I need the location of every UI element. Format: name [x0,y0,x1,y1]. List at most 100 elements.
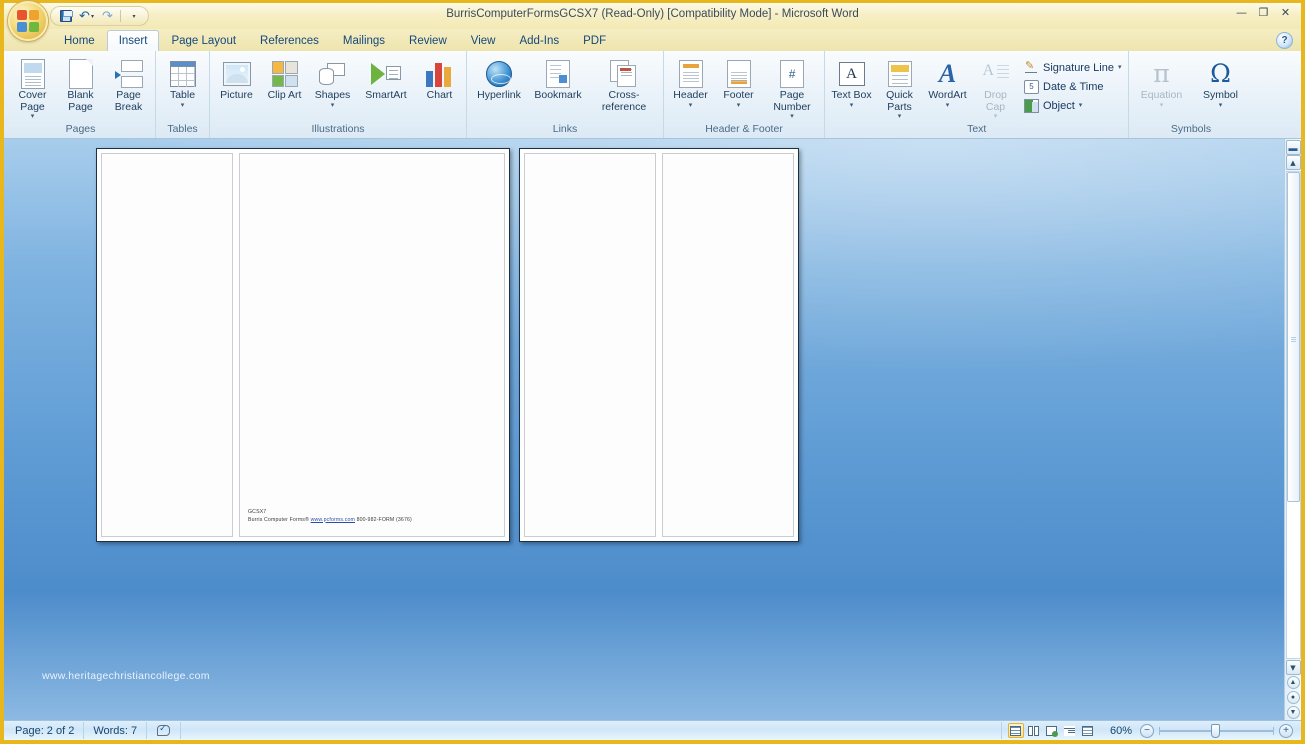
zoom-out-button[interactable]: − [1140,724,1154,738]
split-window-handle[interactable]: ▬ [1286,140,1301,155]
page-break-icon [115,58,143,90]
group-label-illustrations: Illustrations [213,123,463,138]
hyperlink-button[interactable]: Hyperlink [470,55,528,105]
status-bar: Page: 2 of 2 Words: 7 60% − [4,720,1301,740]
wordart-button[interactable]: A WordArt ▾ [924,55,971,112]
office-button[interactable] [8,1,48,41]
page-spread-1[interactable]: GCSX7 Burris Computer Forms® www.pcforms… [96,148,510,542]
document-page-2[interactable]: GCSX7 Burris Computer Forms® www.pcforms… [239,153,505,537]
document-page-3[interactable] [524,153,656,537]
scroll-up-button[interactable]: ▲ [1286,155,1301,170]
object-button[interactable]: Object ▾ [1020,96,1125,115]
header-button[interactable]: Header ▾ [667,55,714,112]
view-full-screen-reading-button[interactable] [1026,723,1042,738]
close-button[interactable]: ✕ [1276,5,1295,20]
zoom-slider[interactable] [1159,724,1274,738]
cross-reference-label: Cross-reference [590,90,658,113]
cross-reference-button[interactable]: Cross-reference [588,55,660,116]
save-button[interactable] [57,8,74,24]
footer-button[interactable]: Footer ▾ [715,55,762,112]
shapes-icon [318,58,348,90]
text-box-button[interactable]: A Text Box ▾ [828,55,875,112]
bookmark-icon [546,58,570,90]
hyperlink-label: Hyperlink [477,90,521,102]
minimize-button[interactable]: — [1232,5,1251,20]
page-spread-2[interactable] [519,148,799,542]
clip-art-button[interactable]: Clip Art [261,55,308,105]
previous-page-button[interactable]: ▲ [1287,676,1300,689]
tab-view[interactable]: View [459,30,508,51]
proofing-status-button[interactable] [147,722,181,739]
customize-qat-button[interactable]: ▾ [125,8,142,24]
tab-references[interactable]: References [248,30,331,51]
scroll-down-button[interactable]: ▼ [1286,660,1301,675]
object-icon [1024,99,1039,113]
clip-art-icon [272,58,298,90]
bookmark-button[interactable]: Bookmark [529,55,587,105]
form-url-link[interactable]: www.pcforms.com [311,517,355,523]
tab-home[interactable]: Home [52,30,107,51]
zoom-in-button[interactable]: + [1279,724,1293,738]
ribbon-group-text: A Text Box ▾ Quick Parts ▾ A WordA [825,51,1129,138]
document-page-1[interactable] [101,153,233,537]
page-break-label: Page Break [107,90,150,113]
quick-access-toolbar: ↶ ▾ ↷ ▾ [50,6,149,26]
view-print-layout-button[interactable] [1008,723,1024,738]
undo-button[interactable]: ↶ ▾ [78,8,95,24]
picture-button[interactable]: Picture [213,55,260,105]
office-logo-icon [17,10,39,32]
cover-page-label: Cover Page [11,90,54,113]
signature-line-button[interactable]: Signature Line ▾ [1020,58,1125,77]
help-button[interactable]: ? [1276,32,1293,49]
page-number-icon: # [780,58,804,90]
blank-page-button[interactable]: Blank Page [57,55,104,116]
restore-button[interactable]: ❐ [1254,5,1273,20]
group-label-text: Text [828,123,1125,138]
title-bar: ↶ ▾ ↷ ▾ BurrisComputerFormsGCSX7 (Read-O… [4,3,1301,29]
tab-mailings[interactable]: Mailings [331,30,397,51]
symbol-label: Symbol [1203,90,1238,102]
picture-icon [223,58,251,90]
chevron-down-icon: ▾ [181,102,185,109]
signature-line-label: Signature Line [1043,62,1114,74]
tab-review[interactable]: Review [397,30,459,51]
undo-icon: ↶ [79,10,90,23]
symbol-button[interactable]: Ω Symbol ▾ [1191,55,1249,112]
footer-label: Footer [723,90,753,102]
drop-cap-label: Drop Cap [974,90,1017,113]
equation-button[interactable]: π Equation ▾ [1132,55,1190,112]
drop-cap-icon: A [983,58,1009,90]
view-outline-button[interactable] [1062,723,1078,738]
view-web-layout-button[interactable] [1044,723,1060,738]
zoom-slider-thumb[interactable] [1211,724,1220,738]
shapes-button[interactable]: Shapes ▾ [309,55,356,112]
smartart-button[interactable]: SmartArt [357,55,415,105]
tab-add-ins[interactable]: Add-Ins [507,30,571,51]
word-count[interactable]: Words: 7 [84,722,147,739]
scroll-thumb[interactable] [1287,172,1300,502]
zoom-level[interactable]: 60% [1102,725,1140,737]
ribbon-group-illustrations: Picture Clip Art Shapes ▾ [210,51,467,138]
quick-parts-button[interactable]: Quick Parts ▾ [876,55,923,123]
document-page-4[interactable] [662,153,794,537]
scroll-track[interactable] [1286,171,1301,659]
zoom-tick-min [1159,727,1160,735]
tab-page-layout[interactable]: Page Layout [159,30,248,51]
vertical-scrollbar[interactable]: ▬ ▲ ▼ ▲ ● ▼ [1284,139,1301,720]
tab-pdf[interactable]: PDF [571,30,618,51]
page-number-button[interactable]: # Page Number ▾ [763,55,821,123]
page-break-button[interactable]: Page Break [105,55,152,116]
select-browse-object-button[interactable]: ● [1287,691,1300,704]
next-page-button[interactable]: ▼ [1287,706,1300,719]
chart-button[interactable]: Chart [416,55,463,105]
page-indicator[interactable]: Page: 2 of 2 [6,722,84,739]
tab-insert[interactable]: Insert [107,30,160,52]
table-button[interactable]: Table ▾ [159,55,206,112]
view-draft-button[interactable] [1080,723,1096,738]
date-time-button[interactable]: 5 Date & Time [1020,77,1125,96]
redo-button[interactable]: ↷ [99,8,116,24]
document-canvas[interactable]: GCSX7 Burris Computer Forms® www.pcforms… [4,139,1301,720]
drop-cap-button[interactable]: A Drop Cap ▾ [972,55,1019,123]
cover-page-button[interactable]: Cover Page ▾ [9,55,56,123]
group-label-symbols: Symbols [1132,123,1249,138]
